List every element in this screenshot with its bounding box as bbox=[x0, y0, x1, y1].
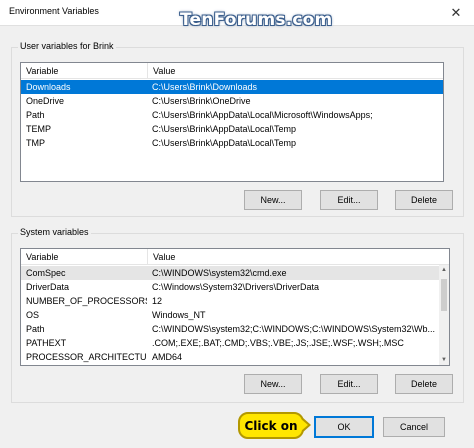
cancel-button[interactable]: Cancel bbox=[383, 417, 445, 437]
variable-value-cell: .COM;.EXE;.BAT;.CMD;.VBS;.VBE;.JS;.JSE;.… bbox=[152, 338, 404, 348]
scroll-thumb[interactable] bbox=[441, 279, 447, 311]
close-icon[interactable]: ✕ bbox=[438, 0, 474, 26]
variable-value-cell: C:\WINDOWS\system32\cmd.exe bbox=[152, 268, 287, 278]
table-row[interactable]: OS Windows_NT bbox=[21, 308, 449, 322]
variable-name-cell: PATHEXT bbox=[26, 338, 67, 348]
user-variables-label: User variables for Brink bbox=[18, 41, 116, 51]
variable-value-cell: 12 bbox=[152, 296, 163, 306]
table-row[interactable]: Downloads C:\Users\Brink\Downloads bbox=[21, 80, 443, 94]
variable-name-cell: TMP bbox=[26, 138, 45, 148]
scroll-up-icon[interactable]: ▲ bbox=[439, 265, 449, 275]
user-edit-button[interactable]: Edit... bbox=[320, 190, 378, 210]
variable-name-cell: TEMP bbox=[26, 124, 52, 134]
column-header-variable[interactable]: Variable bbox=[21, 249, 147, 265]
variable-name-cell: ComSpec bbox=[26, 268, 66, 278]
variable-value-cell: C:\Users\Brink\AppData\Local\Temp bbox=[152, 138, 297, 148]
system-edit-button[interactable]: Edit... bbox=[320, 374, 378, 394]
user-delete-button[interactable]: Delete bbox=[395, 190, 453, 210]
system-new-button[interactable]: New... bbox=[244, 374, 302, 394]
variable-value-cell: C:\Users\Brink\OneDrive bbox=[152, 96, 251, 106]
variable-name-cell: Path bbox=[26, 110, 45, 120]
table-row[interactable]: TEMP C:\Users\Brink\AppData\Local\Temp bbox=[21, 122, 443, 136]
vertical-scrollbar[interactable]: ▲ ▼ bbox=[439, 265, 449, 365]
variable-name-cell: OS bbox=[26, 310, 40, 320]
table-row[interactable]: ComSpec C:\WINDOWS\system32\cmd.exe bbox=[21, 266, 449, 280]
ok-button[interactable]: OK bbox=[314, 416, 374, 438]
watermark: TenForums.com bbox=[180, 10, 333, 30]
variable-name-cell: OneDrive bbox=[26, 96, 65, 106]
table-row[interactable]: DriverData C:\Windows\System32\Drivers\Dr… bbox=[21, 280, 449, 294]
user-new-button[interactable]: New... bbox=[244, 190, 302, 210]
variable-value-cell: AMD64 bbox=[152, 352, 183, 362]
variable-name-cell: NUMBER_OF_PROCESSORS bbox=[26, 296, 147, 306]
column-header-value[interactable]: Value bbox=[147, 249, 441, 265]
variable-value-cell: C:\Users\Brink\AppData\Local\Microsoft\W… bbox=[152, 110, 373, 120]
table-row[interactable]: OneDrive C:\Users\Brink\OneDrive bbox=[21, 94, 443, 108]
table-row[interactable]: NUMBER_OF_PROCESSORS 12 bbox=[21, 294, 449, 308]
variable-value-cell: C:\Users\Brink\AppData\Local\Temp bbox=[152, 124, 297, 134]
variable-value-cell: C:\WINDOWS\system32;C:\WINDOWS;C:\WINDOW… bbox=[152, 324, 436, 334]
table-row[interactable]: Path C:\Users\Brink\AppData\Local\Microso… bbox=[21, 108, 443, 122]
list-header: Variable Value bbox=[21, 63, 443, 79]
system-variables-group: System variables Variable Value ComSpec C… bbox=[11, 227, 464, 403]
scroll-down-icon[interactable]: ▼ bbox=[439, 355, 449, 365]
variable-value-cell: C:\Windows\System32\Drivers\DriverData bbox=[152, 282, 320, 292]
system-delete-button[interactable]: Delete bbox=[395, 374, 453, 394]
table-row[interactable]: TMP C:\Users\Brink\AppData\Local\Temp bbox=[21, 136, 443, 150]
variable-name-cell: PROCESSOR_ARCHITECTURE bbox=[26, 352, 147, 362]
table-row[interactable]: PROCESSOR_ARCHITECTURE AMD64 bbox=[21, 350, 449, 364]
table-row[interactable]: Path C:\WINDOWS\system32;C:\WINDOWS;C:\WI… bbox=[21, 322, 449, 336]
user-variables-group: User variables for Brink Variable Value … bbox=[11, 41, 464, 217]
column-header-variable[interactable]: Variable bbox=[21, 63, 147, 79]
system-variables-label: System variables bbox=[18, 227, 91, 237]
variable-name-cell: DriverData bbox=[26, 282, 70, 292]
window-title: Environment Variables bbox=[9, 6, 99, 16]
variable-name-cell: Downloads bbox=[26, 82, 71, 92]
system-variables-list[interactable]: Variable Value ComSpec C:\WINDOWS\system3… bbox=[20, 248, 450, 366]
callout-arrow-fill bbox=[301, 419, 308, 431]
variable-name-cell: Path bbox=[26, 324, 45, 334]
variable-value-cell: C:\Users\Brink\Downloads bbox=[152, 82, 258, 92]
variable-value-cell: Windows_NT bbox=[152, 310, 206, 320]
click-on-callout: Click on bbox=[238, 412, 304, 439]
user-variables-list[interactable]: Variable Value Downloads C:\Users\Brink\D… bbox=[20, 62, 444, 182]
list-header: Variable Value bbox=[21, 249, 449, 265]
table-row[interactable]: PATHEXT .COM;.EXE;.BAT;.CMD;.VBS;.VBE;.JS… bbox=[21, 336, 449, 350]
column-header-value[interactable]: Value bbox=[147, 63, 443, 79]
